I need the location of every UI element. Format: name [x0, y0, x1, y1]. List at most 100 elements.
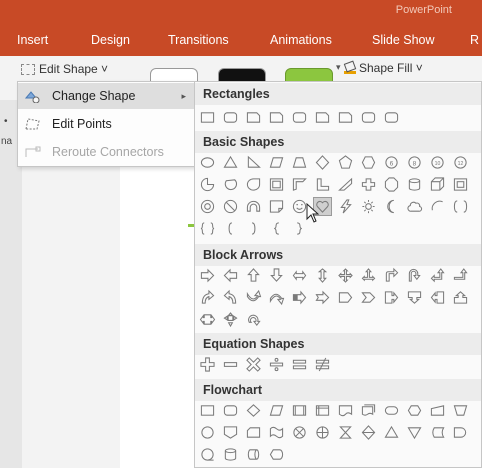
shape-circ8-icon[interactable]: 8 — [406, 154, 423, 171]
shape-f-multi-doc-icon[interactable] — [360, 402, 377, 419]
shape-a-u-d-icon[interactable] — [314, 267, 331, 284]
shape-cube-icon[interactable] — [429, 176, 446, 193]
shape-bevel-icon[interactable] — [452, 176, 469, 193]
shape-hex-icon[interactable] — [360, 154, 377, 171]
shape-f-internal-icon[interactable] — [314, 402, 331, 419]
shape-rbracket-icon[interactable] — [245, 220, 262, 237]
shape-snip-icon[interactable] — [268, 109, 285, 126]
shape-u-callout-icon[interactable] — [452, 289, 469, 306]
shape-lshape-icon[interactable] — [314, 176, 331, 193]
shape-frame-icon[interactable] — [268, 176, 285, 193]
shape-f-man-input-icon[interactable] — [429, 402, 446, 419]
shape-f-doc-icon[interactable] — [337, 402, 354, 419]
shape-tri-icon[interactable] — [222, 154, 239, 171]
shape-snip-icon[interactable] — [337, 109, 354, 126]
shape-quad-callout-icon[interactable] — [222, 311, 239, 328]
shape-f-mag-disk-icon[interactable] — [222, 446, 239, 463]
edit-shape-button[interactable]: Edit Shape ˅ — [17, 60, 112, 78]
shape-f-card-icon[interactable] — [245, 424, 262, 441]
shape-neq-icon[interactable] — [314, 356, 331, 373]
shape-curve-d-icon[interactable] — [268, 289, 285, 306]
style-gallery-more-icon[interactable]: ▾ — [336, 62, 341, 73]
shape-f-merge-icon[interactable] — [406, 424, 423, 441]
shape-f-offpage-icon[interactable] — [222, 424, 239, 441]
shape-chevron-icon[interactable] — [360, 289, 377, 306]
shape-f-seq-icon[interactable] — [199, 446, 216, 463]
shape-dbracket-icon[interactable] — [452, 198, 469, 215]
tab-review[interactable]: R — [470, 33, 479, 47]
shape-oval-icon[interactable] — [199, 154, 216, 171]
shape-f-direct-icon[interactable] — [245, 446, 262, 463]
shape-lbrace-icon[interactable] — [268, 220, 285, 237]
shape-l-callout-icon[interactable] — [429, 289, 446, 306]
shape-a-d-icon[interactable] — [268, 267, 285, 284]
shape-plus-icon[interactable] — [199, 356, 216, 373]
shape-cloud-icon[interactable] — [406, 198, 423, 215]
shape-rrect-icon[interactable] — [291, 109, 308, 126]
shape-f-collate-icon[interactable] — [337, 424, 354, 441]
shape-a-l-r-icon[interactable] — [291, 267, 308, 284]
shape-f-predef-icon[interactable] — [291, 402, 308, 419]
shape-rrect-icon[interactable] — [222, 109, 239, 126]
shape-curve-l-icon[interactable] — [222, 289, 239, 306]
shape-snip-icon[interactable] — [314, 109, 331, 126]
shape-para-icon[interactable] — [268, 154, 285, 171]
shape-r-callout-icon[interactable] — [383, 289, 400, 306]
shape-uturn-icon[interactable] — [406, 267, 423, 284]
shape-rrect-icon[interactable] — [360, 109, 377, 126]
shape-snip-icon[interactable] — [245, 109, 262, 126]
shape-f-sort-icon[interactable] — [360, 424, 377, 441]
shape-no-sym-icon[interactable] — [222, 198, 239, 215]
shape-f-display-icon[interactable] — [268, 446, 285, 463]
shape-fill-button[interactable]: Shape Fill ˅ — [344, 61, 423, 75]
shape-f-prep-icon[interactable] — [406, 402, 423, 419]
tab-animations[interactable]: Animations — [270, 33, 332, 47]
shape-cross-icon[interactable] — [360, 176, 377, 193]
shape-f-process-icon[interactable] — [199, 402, 216, 419]
shape-circ6-icon[interactable]: 6 — [383, 154, 400, 171]
shape-luparrow-icon[interactable] — [429, 267, 446, 284]
shape-d-callout-icon[interactable] — [406, 289, 423, 306]
shape-f-or-icon[interactable] — [314, 424, 331, 441]
shape-a-r-icon[interactable] — [199, 267, 216, 284]
shape-minus-icon[interactable] — [222, 356, 239, 373]
shape-moon-icon[interactable] — [383, 198, 400, 215]
tab-transitions[interactable]: Transitions — [168, 33, 229, 47]
shape-rtri-icon[interactable] — [245, 154, 262, 171]
shape-lr-callout-icon[interactable] — [199, 311, 216, 328]
tab-design[interactable]: Design — [91, 33, 130, 47]
shape-lbracket-icon[interactable] — [222, 220, 239, 237]
shape-f-delay-icon[interactable] — [452, 424, 469, 441]
shape-f-term-icon[interactable] — [383, 402, 400, 419]
shape-pent-arrow-icon[interactable] — [337, 289, 354, 306]
shape-circ-arrow-icon[interactable] — [245, 311, 262, 328]
shape-mult-icon[interactable] — [245, 356, 262, 373]
shape-arc-icon[interactable] — [245, 198, 262, 215]
shape-pent-icon[interactable] — [337, 154, 354, 171]
shape-quad-icon[interactable] — [337, 267, 354, 284]
tab-slide-show[interactable]: Slide Show — [372, 33, 435, 47]
shape-diagstripe-icon[interactable] — [337, 176, 354, 193]
shape-chord-icon[interactable] — [222, 176, 239, 193]
shape-curve-r-icon[interactable] — [199, 289, 216, 306]
menu-item-change-shape[interactable]: Change Shape ▸ — [18, 83, 196, 109]
shape-diam-icon[interactable] — [314, 154, 331, 171]
shape-can-icon[interactable] — [406, 176, 423, 193]
shape-pie-icon[interactable] — [199, 176, 216, 193]
shape-lr-u-icon[interactable] — [360, 267, 377, 284]
shape-curve-u-icon[interactable] — [245, 289, 262, 306]
shape-oct-icon[interactable] — [383, 176, 400, 193]
shape-a-u-icon[interactable] — [245, 267, 262, 284]
shape-f-decision-icon[interactable] — [245, 402, 262, 419]
shape-tear-icon[interactable] — [245, 176, 262, 193]
shape-a-l-icon[interactable] — [222, 267, 239, 284]
shape-f-extract-icon[interactable] — [383, 424, 400, 441]
shape-rrect-icon[interactable] — [383, 109, 400, 126]
shape-notched-icon[interactable] — [314, 289, 331, 306]
shape-dbrace-icon[interactable] — [199, 220, 216, 237]
shape-c10-icon[interactable]: 10 — [429, 154, 446, 171]
menu-item-edit-points[interactable]: Edit Points — [18, 111, 196, 137]
shape-divide-icon[interactable] — [268, 356, 285, 373]
shape-sun-icon[interactable] — [360, 198, 377, 215]
shape-f-alt-icon[interactable] — [222, 402, 239, 419]
